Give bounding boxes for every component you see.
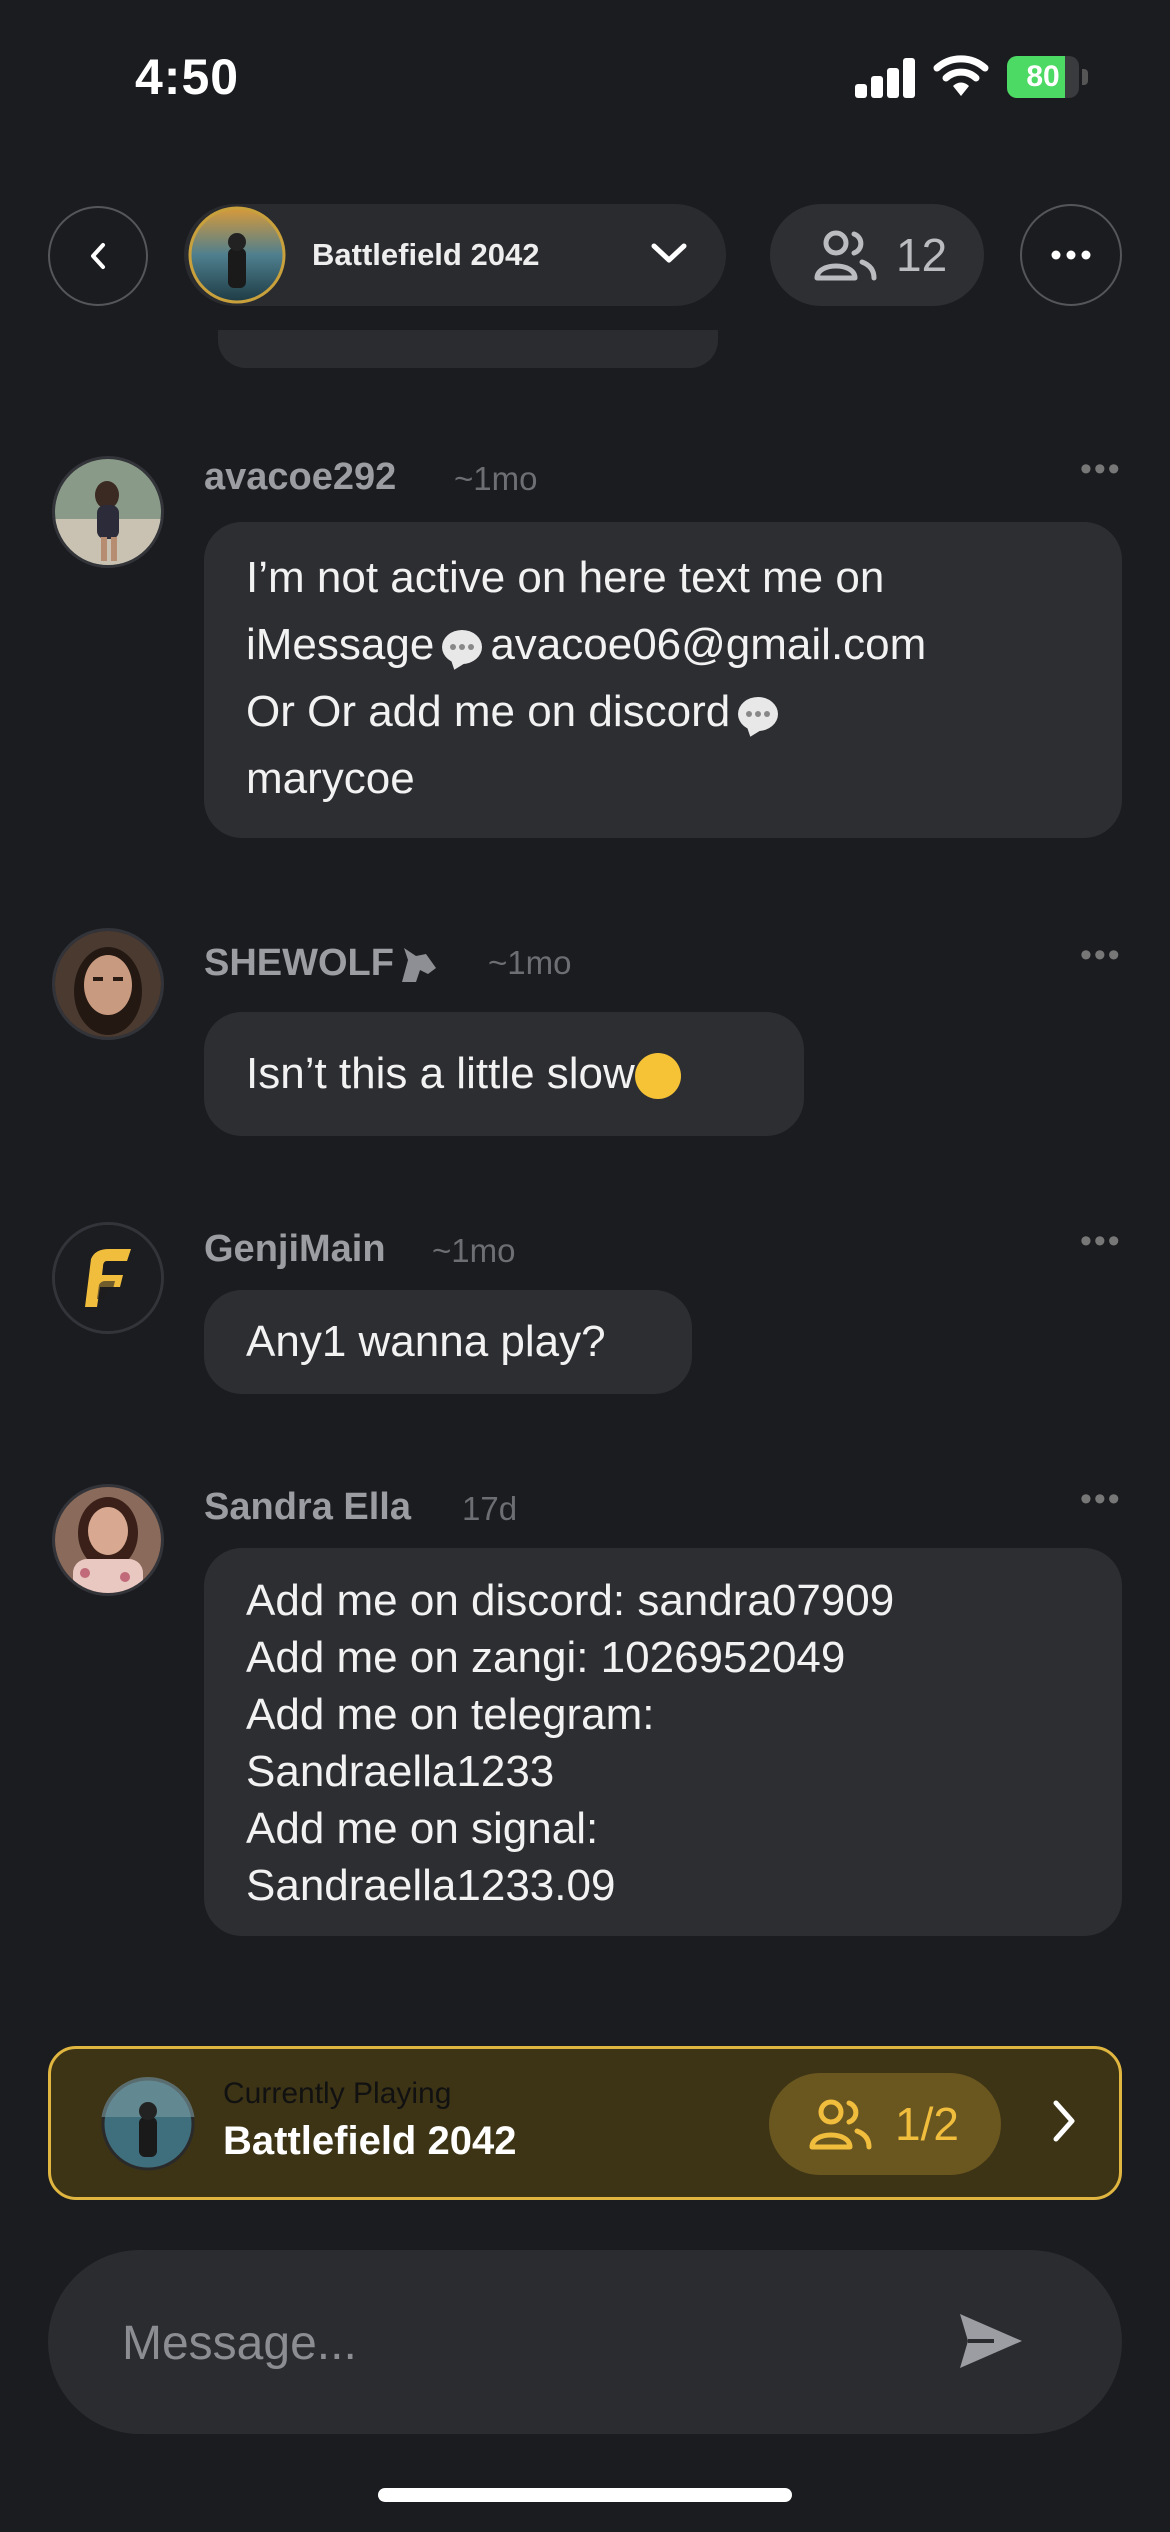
username[interactable]: SHEWOLF — [204, 942, 440, 985]
home-indicator — [378, 2488, 792, 2502]
message-text: Any1 wanna play? — [246, 1317, 606, 1366]
avatar[interactable] — [52, 1222, 164, 1334]
message-bubble: Any1 wanna play? — [204, 1290, 692, 1394]
message-text: Or Or add me on discord — [246, 687, 731, 736]
message-timestamp: ~1mo — [488, 944, 572, 981]
avatar[interactable] — [52, 1484, 164, 1596]
currently-playing-label: Currently Playing — [223, 2077, 452, 2110]
battery-percent: 80 — [1026, 60, 1060, 93]
wifi-icon — [933, 55, 989, 96]
game-title: Battlefield 2042 — [312, 237, 540, 272]
message-timestamp: ~1mo — [432, 1232, 516, 1269]
speech-bubble-icon — [738, 697, 779, 732]
message-options-button[interactable]: ••• — [1080, 936, 1122, 975]
speech-bubble-icon — [442, 630, 483, 665]
status-time: 4:50 — [135, 49, 240, 105]
username[interactable]: Sandra Ella — [204, 1486, 411, 1529]
chevron-down-icon — [651, 243, 687, 263]
party-size-button[interactable]: 1/2 — [769, 2073, 1001, 2175]
game-selector[interactable]: Battlefield 2042 — [184, 204, 726, 306]
people-icon — [809, 2099, 872, 2150]
more-options-button[interactable] — [1020, 204, 1122, 306]
game-cover-image — [188, 206, 286, 304]
members-button[interactable]: 12 — [770, 204, 984, 306]
message-text: Add me on zangi: 1026952049 — [246, 1633, 846, 1682]
message-options-button[interactable]: ••• — [1080, 1222, 1122, 1261]
game-cover-image — [101, 2077, 195, 2171]
message-text: Add me on signal: — [246, 1804, 599, 1853]
username[interactable]: GenjiMain — [204, 1228, 386, 1271]
currently-playing-banner[interactable]: Currently Playing Battlefield 2042 1/2 — [48, 2046, 1122, 2200]
message-text: Sandraella1233.09 — [246, 1861, 616, 1910]
wolf-emoji-icon — [401, 947, 436, 982]
message-options-button[interactable]: ••• — [1080, 1480, 1122, 1519]
message-timestamp: ~1mo — [454, 460, 538, 497]
people-icon — [814, 230, 877, 281]
message-options-button[interactable]: ••• — [1080, 450, 1122, 489]
avatar[interactable] — [52, 928, 164, 1040]
message-bubble: Add me on discord: sandra07909 Add me on… — [204, 1548, 1122, 1936]
previous-message-bubble — [218, 330, 718, 368]
send-icon[interactable] — [956, 2310, 1026, 2372]
party-size-count: 1/2 — [895, 2098, 959, 2150]
chevron-left-icon — [91, 243, 105, 269]
avatar[interactable] — [52, 456, 164, 568]
message-input[interactable] — [120, 2300, 924, 2386]
message-text: iMessage — [246, 620, 435, 669]
message-text: Add me on telegram: — [246, 1690, 655, 1739]
cellular-signal-icon — [855, 58, 917, 98]
member-count: 12 — [896, 229, 948, 281]
message-bubble: I’m not active on here text me on iMessa… — [204, 522, 1122, 838]
message-text: marycoe — [246, 754, 415, 803]
thinking-face-emoji-icon — [634, 1053, 681, 1100]
ellipsis-icon — [1051, 250, 1091, 260]
message-timestamp: 17d — [462, 1490, 518, 1527]
battery-icon: 80 — [1007, 56, 1089, 98]
message-text: Sandraella1233 — [246, 1747, 555, 1796]
username-text: SHEWOLF — [204, 942, 394, 984]
currently-playing-game: Battlefield 2042 — [223, 2119, 517, 2163]
message-bubble: Isn’t this a little slow — [204, 1012, 804, 1136]
message-text: avacoe06@gmail.com — [490, 620, 927, 669]
chevron-right-icon[interactable] — [1051, 2099, 1077, 2143]
username[interactable]: avacoe292 — [204, 456, 396, 499]
message-composer — [48, 2250, 1122, 2434]
message-text: Isn’t this a little slow — [246, 1049, 635, 1098]
status-bar: 4:50 80 — [0, 0, 1170, 150]
back-button[interactable] — [48, 206, 148, 306]
message-text: I’m not active on here text me on — [246, 553, 885, 602]
message-text: Add me on discord: sandra07909 — [246, 1576, 895, 1625]
